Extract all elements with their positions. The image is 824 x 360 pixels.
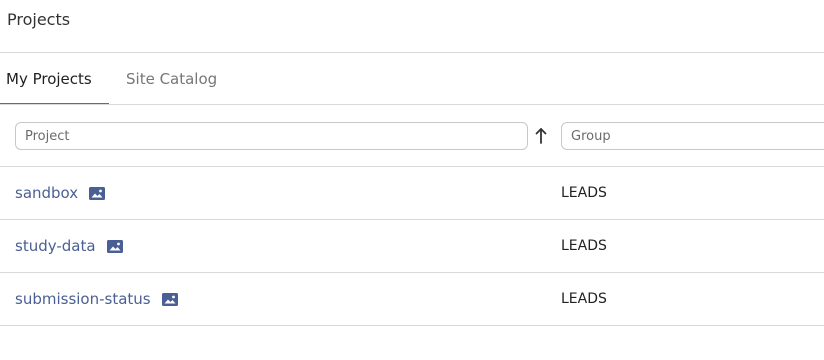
group-cell: LEADS <box>561 238 607 254</box>
project-link[interactable]: sandbox <box>15 167 78 219</box>
project-cell: study-data <box>15 220 123 272</box>
tabs-divider <box>0 104 824 105</box>
group-filter-input[interactable] <box>561 122 824 150</box>
tab-bar: My Projects Site Catalog <box>0 53 824 105</box>
project-cell: sandbox <box>15 167 106 219</box>
projects-page: Projects My Projects Site Catalog sandbo… <box>0 0 824 360</box>
group-cell: LEADS <box>561 291 607 307</box>
page-title: Projects <box>7 10 71 29</box>
image-icon[interactable] <box>106 239 123 253</box>
tab-site-catalog[interactable]: Site Catalog <box>126 53 217 105</box>
group-cell: LEADS <box>561 185 607 201</box>
table-row: sandbox LEADS <box>0 167 824 220</box>
project-link[interactable]: study-data <box>15 220 96 272</box>
project-cell: submission-status <box>15 273 178 325</box>
image-icon[interactable] <box>89 186 106 200</box>
tab-my-projects[interactable]: My Projects <box>6 53 92 105</box>
sort-ascending-icon[interactable] <box>534 127 548 145</box>
table-row: submission-status LEADS <box>0 273 824 326</box>
image-icon[interactable] <box>161 292 178 306</box>
project-filter-input[interactable] <box>15 122 528 150</box>
table-row: study-data LEADS <box>0 220 824 273</box>
project-link[interactable]: submission-status <box>15 273 151 325</box>
projects-table: sandbox LEADS study-data LEADS submissio… <box>0 167 824 326</box>
